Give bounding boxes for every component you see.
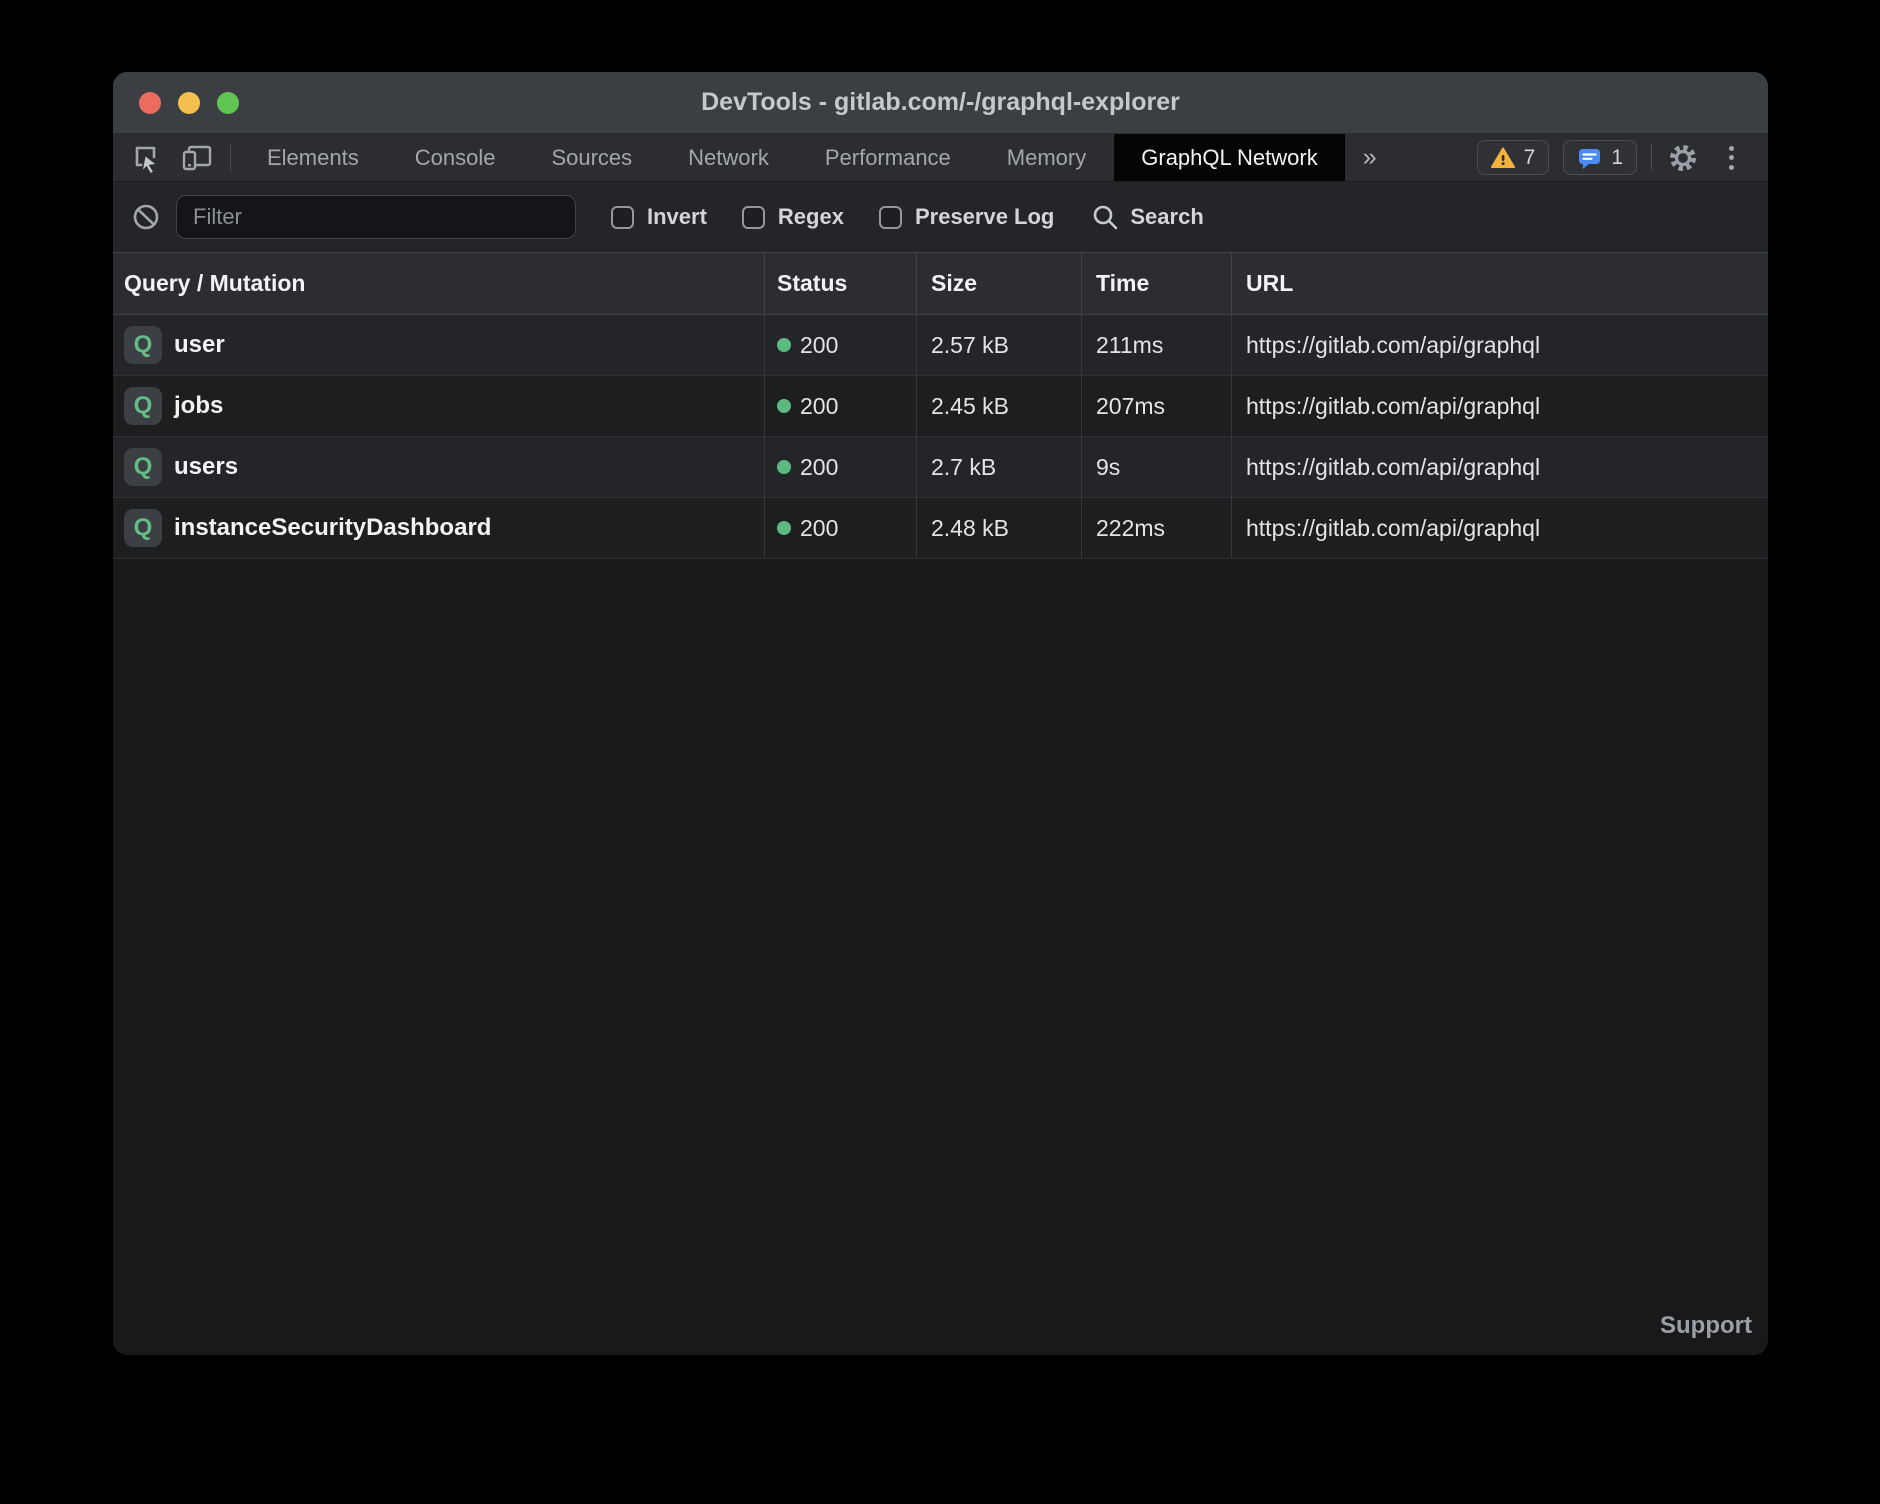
preserve-log-label: Preserve Log <box>915 204 1054 230</box>
query-name: user <box>174 331 225 359</box>
messages-badge[interactable]: 1 <box>1563 140 1637 175</box>
request-url: https://gitlab.com/api/graphql <box>1246 454 1540 481</box>
warning-count: 7 <box>1524 146 1536 170</box>
tab-elements[interactable]: Elements <box>239 134 387 181</box>
status-code: 200 <box>800 332 838 359</box>
tab-network[interactable]: Network <box>660 134 797 181</box>
regex-checkbox-group: Regex <box>742 204 844 230</box>
status-success-dot <box>777 521 791 535</box>
clear-block-icon[interactable] <box>129 200 163 234</box>
invert-label: Invert <box>647 204 707 230</box>
query-type-badge: Q <box>124 509 162 547</box>
query-type-badge: Q <box>124 326 162 364</box>
response-time: 9s <box>1096 454 1120 481</box>
filter-toolbar: Invert Regex Preserve Log Search <box>113 182 1768 253</box>
query-type-badge: Q <box>124 387 162 425</box>
query-name: instanceSecurityDashboard <box>174 514 491 542</box>
query-name: users <box>174 453 238 481</box>
query-name: jobs <box>174 392 223 420</box>
status-code: 200 <box>800 393 838 420</box>
search-button[interactable]: Search <box>1092 204 1203 231</box>
tab-sources[interactable]: Sources <box>523 134 660 181</box>
zoom-window-button[interactable] <box>217 92 239 114</box>
table-header-row: Query / Mutation Status Size Time URL <box>113 253 1768 315</box>
table-row[interactable]: Q instanceSecurityDashboard 200 2.48 kB … <box>113 498 1768 559</box>
request-url: https://gitlab.com/api/graphql <box>1246 515 1540 542</box>
tab-memory[interactable]: Memory <box>979 134 1114 181</box>
devtools-window: DevTools - gitlab.com/-/graphql-explorer… <box>113 72 1768 1355</box>
status-code: 200 <box>800 454 838 481</box>
warning-icon <box>1491 147 1515 169</box>
preserve-log-checkbox[interactable] <box>879 206 902 229</box>
request-url: https://gitlab.com/api/graphql <box>1246 332 1540 359</box>
toolbar-separator <box>1651 144 1652 171</box>
column-header-url[interactable]: URL <box>1232 253 1768 314</box>
traffic-lights <box>139 92 239 114</box>
column-header-query-mutation[interactable]: Query / Mutation <box>113 253 765 314</box>
table-row[interactable]: Q users 200 2.7 kB 9s https://gitlab.com… <box>113 437 1768 498</box>
more-tabs-chevron[interactable]: » <box>1345 134 1395 181</box>
warnings-badge[interactable]: 7 <box>1477 140 1550 175</box>
search-label: Search <box>1130 204 1203 230</box>
tab-graphql-network[interactable]: GraphQL Network <box>1114 134 1344 181</box>
response-time: 207ms <box>1096 393 1165 420</box>
invert-checkbox-group: Invert <box>611 204 707 230</box>
inspect-element-icon[interactable] <box>130 141 164 175</box>
title-bar: DevTools - gitlab.com/-/graphql-explorer <box>113 72 1768 134</box>
table-row[interactable]: Q jobs 200 2.45 kB 207ms https://gitlab.… <box>113 376 1768 437</box>
query-type-badge: Q <box>124 448 162 486</box>
response-size: 2.7 kB <box>931 454 996 481</box>
more-options-kebab-icon[interactable] <box>1714 141 1748 175</box>
chat-icon <box>1577 146 1602 170</box>
response-size: 2.48 kB <box>931 515 1009 542</box>
response-time: 222ms <box>1096 515 1165 542</box>
device-toolbar-icon[interactable] <box>180 141 214 175</box>
panel-tabs: Elements Console Sources Network Perform… <box>239 134 1345 181</box>
response-size: 2.57 kB <box>931 332 1009 359</box>
close-window-button[interactable] <box>139 92 161 114</box>
invert-checkbox[interactable] <box>611 206 634 229</box>
response-size: 2.45 kB <box>931 393 1009 420</box>
status-success-dot <box>777 460 791 474</box>
status-code: 200 <box>800 515 838 542</box>
regex-label: Regex <box>778 204 844 230</box>
regex-checkbox[interactable] <box>742 206 765 229</box>
request-url: https://gitlab.com/api/graphql <box>1246 393 1540 420</box>
window-title: DevTools - gitlab.com/-/graphql-explorer <box>113 88 1768 117</box>
settings-gear-icon[interactable] <box>1666 141 1700 175</box>
toolbar-separator <box>230 144 231 171</box>
message-count: 1 <box>1611 146 1623 170</box>
column-header-size[interactable]: Size <box>917 253 1082 314</box>
status-success-dot <box>777 338 791 352</box>
column-header-time[interactable]: Time <box>1082 253 1232 314</box>
tab-performance[interactable]: Performance <box>797 134 979 181</box>
support-link[interactable]: Support <box>1660 1312 1752 1340</box>
minimize-window-button[interactable] <box>178 92 200 114</box>
devtools-tab-bar: Elements Console Sources Network Perform… <box>113 134 1768 182</box>
table-row[interactable]: Q user 200 2.57 kB 211ms https://gitlab.… <box>113 315 1768 376</box>
preserve-log-checkbox-group: Preserve Log <box>879 204 1054 230</box>
status-success-dot <box>777 399 791 413</box>
filter-input[interactable] <box>176 195 576 239</box>
column-header-status[interactable]: Status <box>765 253 917 314</box>
tab-console[interactable]: Console <box>387 134 524 181</box>
response-time: 211ms <box>1096 332 1163 359</box>
search-icon <box>1092 204 1119 231</box>
